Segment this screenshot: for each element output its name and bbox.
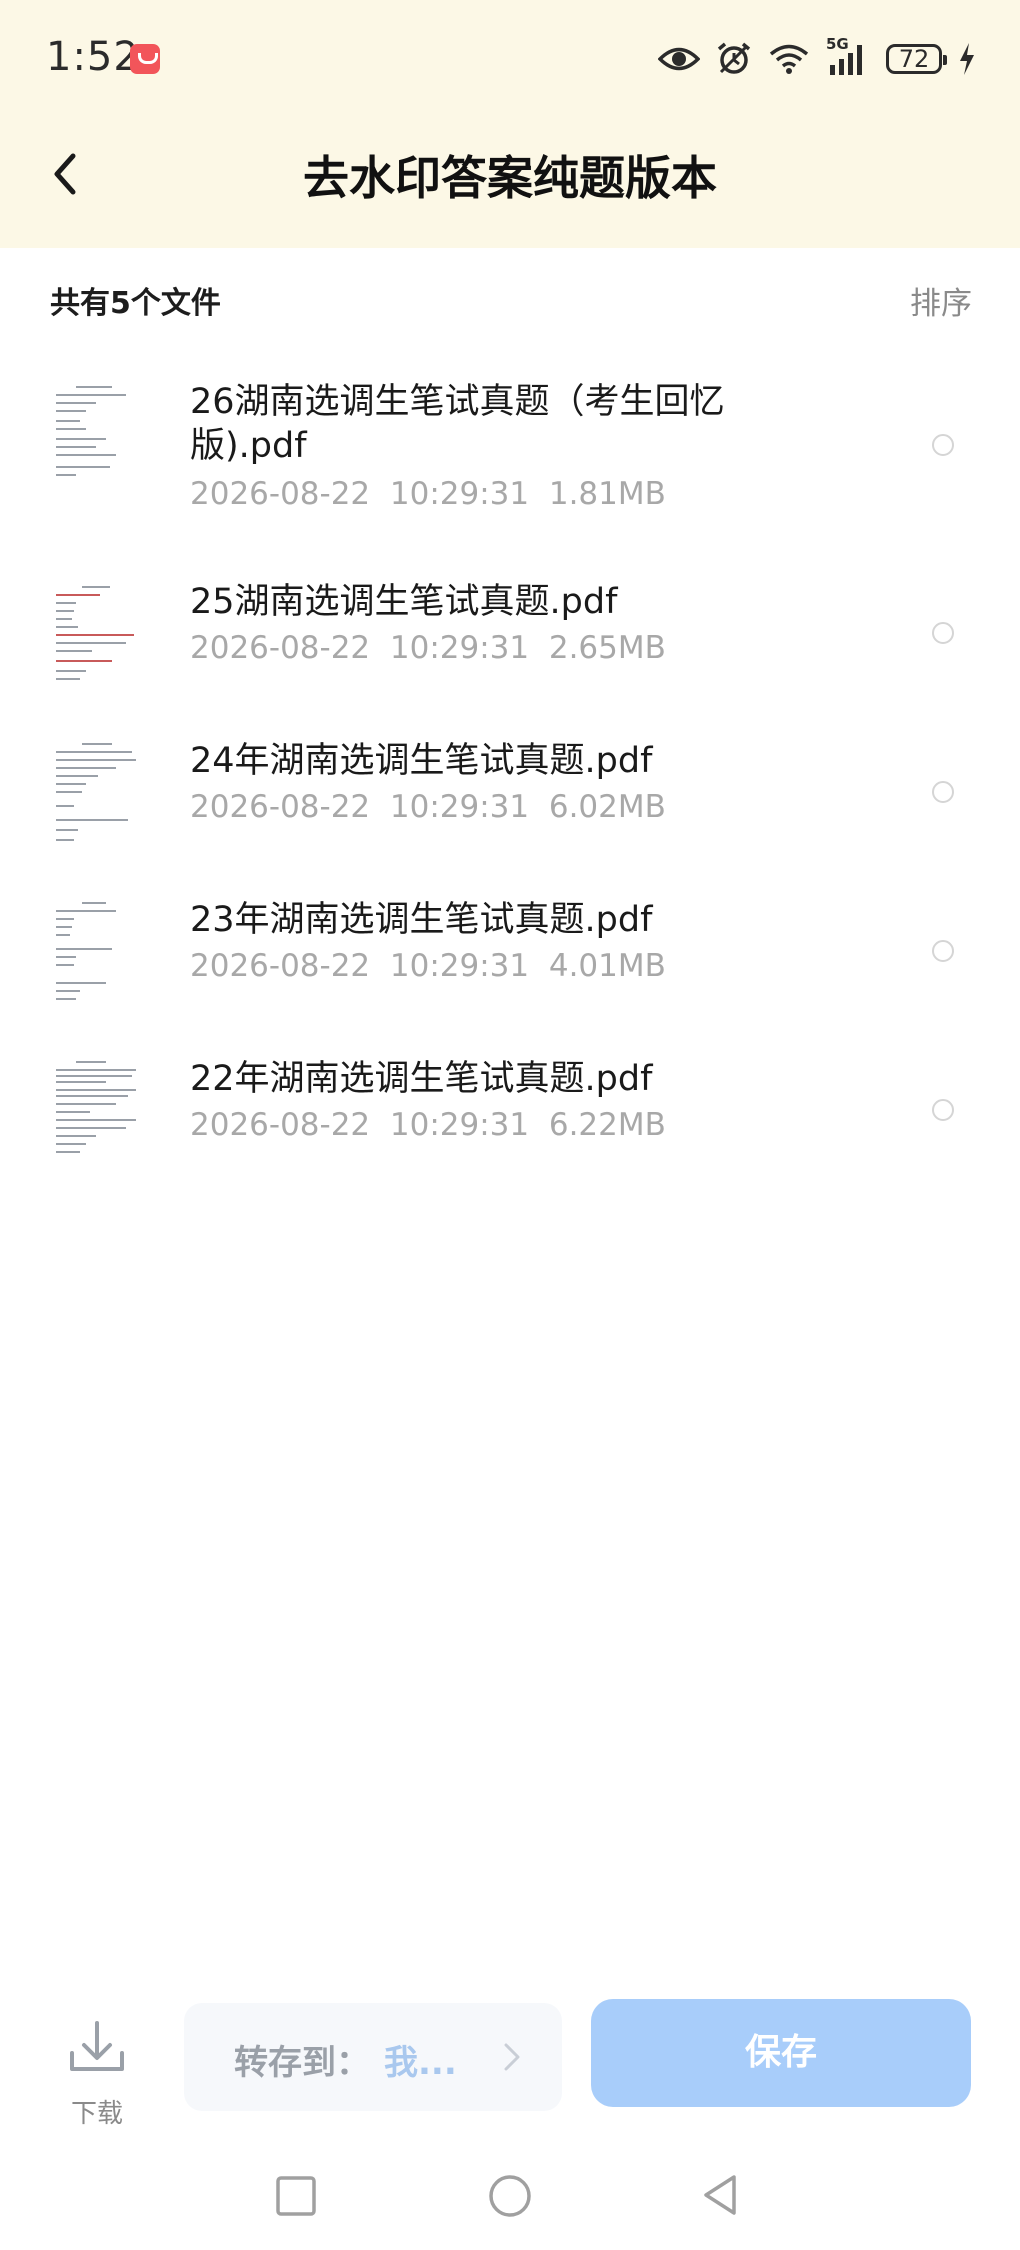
download-icon	[70, 2021, 124, 2071]
status-icons: 5G 72	[658, 35, 976, 80]
file-date: 2026-08-22	[190, 948, 371, 984]
transfer-to-selector[interactable]: 转存到： 我...	[184, 2003, 562, 2111]
file-size: 6.02MB	[548, 789, 666, 825]
wifi-icon	[769, 44, 809, 74]
select-radio[interactable]	[932, 1099, 954, 1121]
file-meta: 2026-08-22 10:29:31 2.65MB	[190, 630, 666, 666]
file-size: 1.81MB	[548, 476, 666, 512]
select-radio[interactable]	[932, 622, 954, 644]
file-meta: 2026-08-22 10:29:31 6.02MB	[190, 789, 666, 825]
pdf-thumbnail	[52, 380, 140, 492]
download-label: 下载	[70, 2099, 123, 2129]
file-size: 4.01MB	[548, 948, 666, 984]
sort-button[interactable]: 排序	[910, 278, 972, 323]
triangle-back-icon[interactable]	[698, 2172, 742, 2218]
file-name: 23年湖南选调生笔试真题.pdf	[190, 900, 653, 940]
bottom-action-bar: 下载 转存到： 我... 保存	[0, 1985, 1020, 2129]
transfer-destination: 我...	[384, 2043, 457, 2083]
select-radio[interactable]	[932, 940, 954, 962]
file-time: 10:29:31	[389, 948, 530, 984]
title-bar: 去水印答案纯题版本	[0, 120, 1020, 230]
file-time: 10:29:31	[389, 476, 530, 512]
charging-icon	[960, 43, 974, 75]
file-size: 2.65MB	[548, 630, 666, 666]
file-date: 2026-08-22	[190, 476, 371, 512]
file-meta: 2026-08-22 10:29:31 1.81MB	[190, 476, 666, 512]
file-time: 10:29:31	[389, 630, 530, 666]
alarm-icon	[717, 42, 751, 74]
page-title: 去水印答案纯题版本	[303, 151, 717, 205]
file-date: 2026-08-22	[190, 789, 371, 825]
file-name: 26湖南选调生笔试真题（考生回忆版).pdf	[190, 382, 725, 466]
file-row[interactable]: 24年湖南选调生笔试真题.pdf 2026-08-22 10:29:31 6.0…	[0, 719, 1020, 878]
battery-level: 72	[898, 45, 930, 73]
list-header: 共有5个文件 排序	[0, 248, 1020, 344]
chevron-right-icon	[504, 2043, 520, 2071]
pdf-thumbnail	[52, 1057, 140, 1169]
file-meta: 2026-08-22 10:29:31 6.22MB	[190, 1107, 666, 1143]
file-date: 2026-08-22	[190, 630, 371, 666]
file-name: 22年湖南选调生笔试真题.pdf	[190, 1059, 653, 1099]
file-count: 共有5个文件	[50, 286, 221, 321]
pdf-thumbnail	[52, 739, 140, 851]
file-name: 24年湖南选调生笔试真题.pdf	[190, 741, 653, 781]
file-row[interactable]: 25湖南选调生笔试真题.pdf 2026-08-22 10:29:31 2.65…	[0, 560, 1020, 719]
file-row[interactable]: 26湖南选调生笔试真题（考生回忆版).pdf 2026-08-22 10:29:…	[0, 350, 1020, 560]
download-button[interactable]: 下载	[62, 2005, 132, 2129]
battery-icon: 72	[886, 44, 947, 74]
status-bar: 1:52 5G 72	[0, 0, 1020, 120]
file-size: 6.22MB	[548, 1107, 666, 1143]
select-radio[interactable]	[932, 434, 954, 456]
system-nav-bar	[0, 2150, 1020, 2250]
select-radio[interactable]	[932, 781, 954, 803]
save-button[interactable]: 保存	[591, 1999, 971, 2107]
circle-home-icon[interactable]	[486, 2172, 534, 2220]
file-time: 10:29:31	[389, 789, 530, 825]
signal-icon: 5G	[826, 35, 870, 77]
square-recents-icon[interactable]	[274, 2174, 318, 2218]
file-meta: 2026-08-22 10:29:31 4.01MB	[190, 948, 666, 984]
eye-icon	[658, 47, 700, 71]
file-date: 2026-08-22	[190, 1107, 371, 1143]
file-list: 26湖南选调生笔试真题（考生回忆版).pdf 2026-08-22 10:29:…	[0, 350, 1020, 1196]
file-row[interactable]: 23年湖南选调生笔试真题.pdf 2026-08-22 10:29:31 4.0…	[0, 878, 1020, 1037]
file-time: 10:29:31	[389, 1107, 530, 1143]
file-row[interactable]: 22年湖南选调生笔试真题.pdf 2026-08-22 10:29:31 6.2…	[0, 1037, 1020, 1196]
file-name: 25湖南选调生笔试真题.pdf	[190, 582, 618, 622]
pdf-thumbnail	[52, 898, 140, 1010]
transfer-label: 转存到：	[234, 2043, 370, 2083]
notification-app-icon	[130, 44, 160, 74]
header-area: 1:52 5G 72 去水印答案纯题版本	[0, 0, 1020, 248]
pdf-thumbnail	[52, 582, 140, 694]
status-time: 1:52	[46, 34, 140, 80]
